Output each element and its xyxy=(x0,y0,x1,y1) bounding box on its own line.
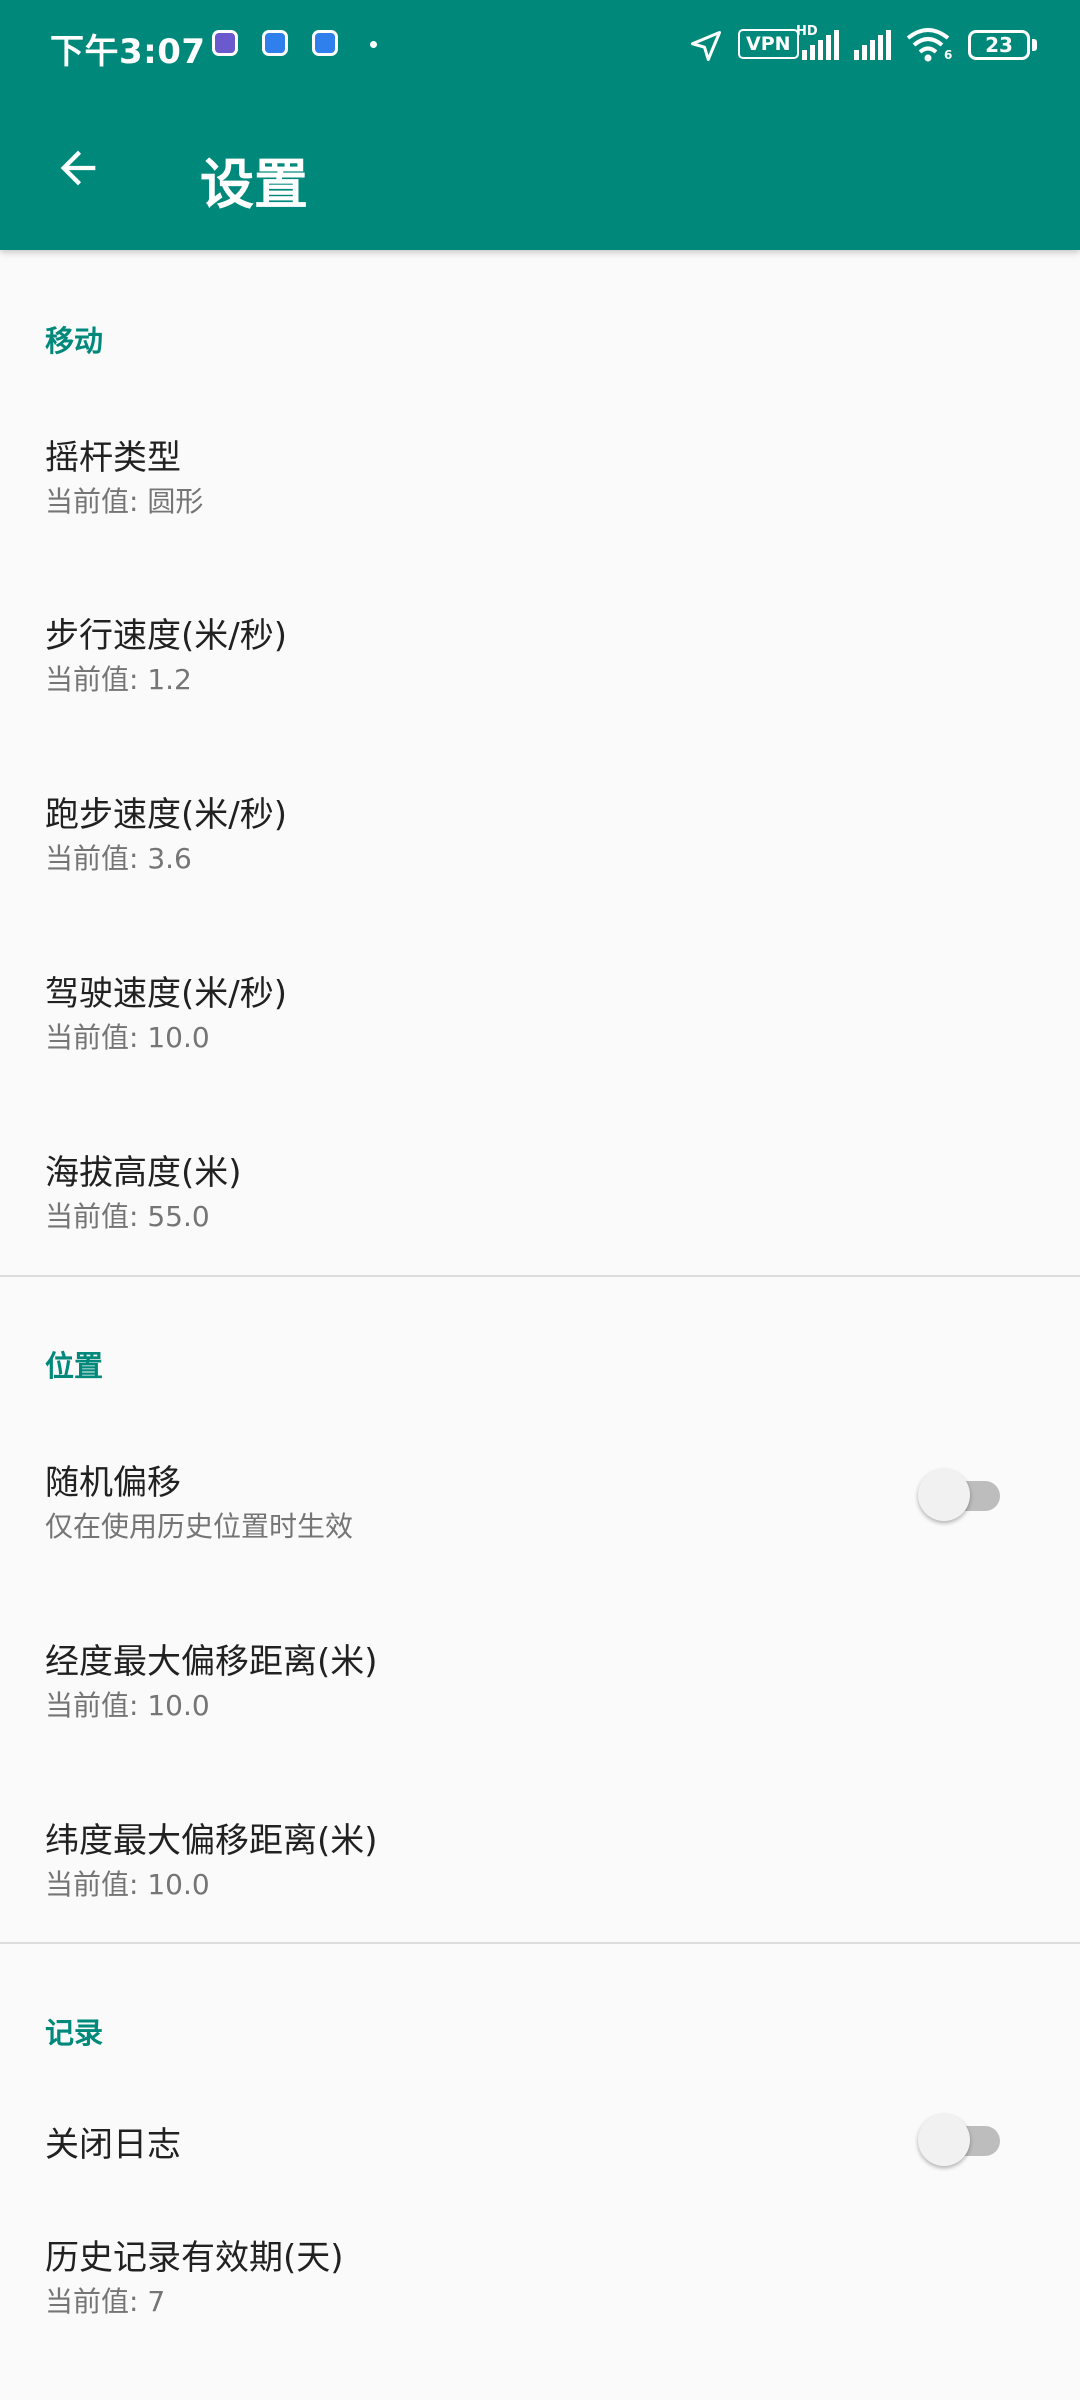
page-title: 设置 xyxy=(200,153,308,216)
pref-latitude-max-offset[interactable]: 纬度最大偏移距离(米) 当前值: 10.0 xyxy=(0,1763,1080,1933)
status-bar: 下午3:07 VPN HD 6 23 xyxy=(0,0,1080,90)
pref-title: 跑步速度(米/秒) xyxy=(45,795,287,835)
cell-signal-2-icon xyxy=(854,30,891,60)
close-log-switch[interactable] xyxy=(918,2114,1004,2166)
pref-summary: 当前值: 圆形 xyxy=(45,485,204,518)
pref-run-speed[interactable]: 跑步速度(米/秒) 当前值: 3.6 xyxy=(0,737,1080,907)
switch-thumb xyxy=(918,2114,970,2166)
pref-summary: 当前值: 7 xyxy=(45,2285,166,2318)
settings-list: 移动 摇杆类型 当前值: 圆形 步行速度(米/秒) 当前值: 1.2 跑步速度(… xyxy=(0,250,1080,2358)
pref-walk-speed[interactable]: 步行速度(米/秒) 当前值: 1.2 xyxy=(0,558,1080,728)
pref-title: 驾驶速度(米/秒) xyxy=(45,974,287,1014)
pref-title: 海拔高度(米) xyxy=(45,1153,242,1193)
pref-title: 纬度最大偏移距离(米) xyxy=(45,1821,378,1861)
pref-title: 步行速度(米/秒) xyxy=(45,616,287,656)
pref-title: 经度最大偏移距离(米) xyxy=(45,1642,378,1682)
battery-tip xyxy=(1032,39,1037,51)
pref-title: 历史记录有效期(天) xyxy=(45,2238,344,2278)
pref-title: 关闭日志 xyxy=(45,2125,181,2165)
pref-summary: 当前值: 1.2 xyxy=(45,663,192,696)
pref-summary: 当前值: 55.0 xyxy=(45,1200,210,1233)
random-offset-switch[interactable] xyxy=(918,1469,1004,1521)
notification-chat-icon xyxy=(262,30,288,56)
pref-title: 随机偏移 xyxy=(45,1463,181,1503)
section-header-move: 移动 xyxy=(45,324,104,358)
pref-summary: 当前值: 10.0 xyxy=(45,1689,210,1722)
more-notifications-dot-icon xyxy=(370,41,377,48)
location-arrow-icon xyxy=(691,31,721,61)
back-button[interactable] xyxy=(40,130,116,206)
battery-icon: 23 xyxy=(968,30,1030,60)
vpn-badge: VPN xyxy=(738,29,799,59)
pref-longitude-max-offset[interactable]: 经度最大偏移距离(米) 当前值: 10.0 xyxy=(0,1584,1080,1754)
wifi-6-label: 6 xyxy=(944,48,953,62)
app-bar: 下午3:07 VPN HD 6 23 设置 xyxy=(0,0,1080,250)
notification-chat-icon xyxy=(312,30,338,56)
notification-app-icon xyxy=(212,30,238,56)
status-time: 下午3:07 xyxy=(50,32,206,72)
switch-thumb xyxy=(918,1469,970,1521)
cell-signal-icon xyxy=(802,30,839,60)
pref-summary: 仅在使用历史位置时生效 xyxy=(45,1510,354,1543)
pref-joystick-type[interactable]: 摇杆类型 当前值: 圆形 xyxy=(0,380,1080,550)
pref-summary: 当前值: 10.0 xyxy=(45,1021,210,1054)
section-header-location: 位置 xyxy=(45,1349,104,1383)
pref-drive-speed[interactable]: 驾驶速度(米/秒) 当前值: 10.0 xyxy=(0,916,1080,1086)
pref-title: 摇杆类型 xyxy=(45,438,181,478)
pref-history-validity[interactable]: 历史记录有效期(天) 当前值: 7 xyxy=(0,2180,1080,2350)
section-divider xyxy=(0,1942,1080,1944)
pref-summary: 当前值: 3.6 xyxy=(45,842,192,875)
pref-random-offset[interactable]: 随机偏移 仅在使用历史位置时生效 xyxy=(0,1405,1080,1575)
arrow-left-icon xyxy=(60,150,96,186)
pref-altitude[interactable]: 海拔高度(米) 当前值: 55.0 xyxy=(0,1095,1080,1265)
pref-summary: 当前值: 10.0 xyxy=(45,1868,210,1901)
section-divider xyxy=(0,1275,1080,1277)
section-header-record: 记录 xyxy=(45,2016,104,2050)
